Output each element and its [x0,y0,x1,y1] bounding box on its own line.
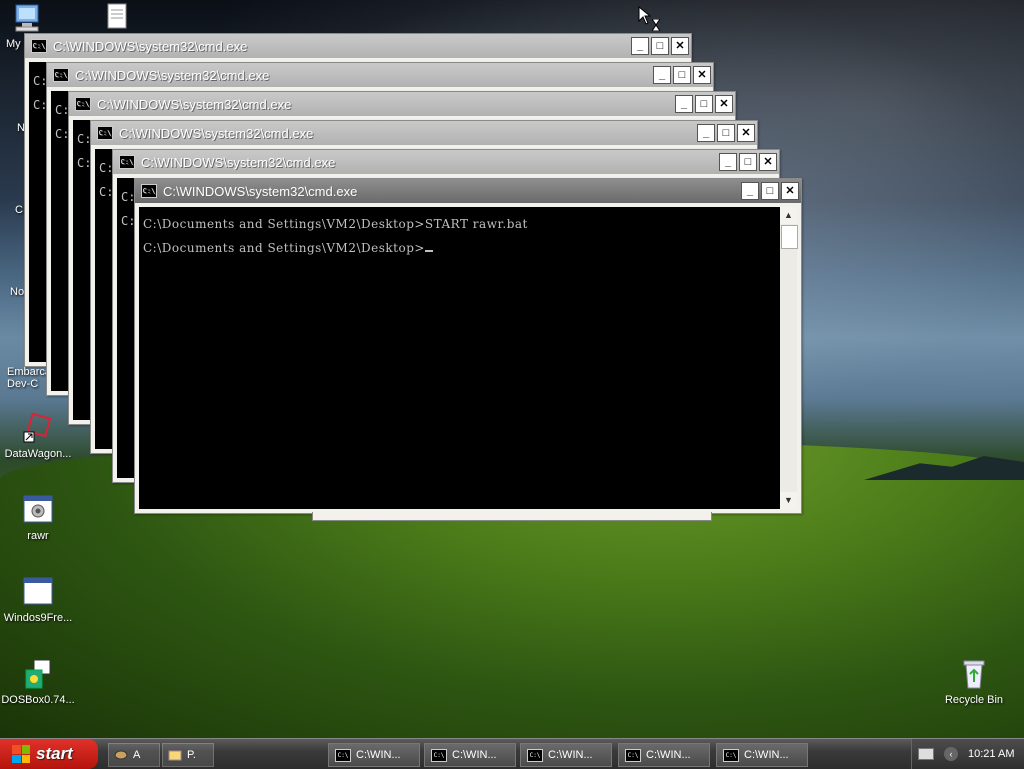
cmd-icon: C:\ [335,748,351,762]
datawagon-icon [22,412,54,444]
close-button[interactable]: ✕ [671,37,689,55]
taskbar-button-cmd[interactable]: C:\ C:\WIN... [618,743,710,767]
close-button[interactable]: ✕ [759,153,777,171]
text-cursor [424,250,433,252]
taskbar-item-label: P. [187,749,196,761]
taskbar-button-cmd[interactable]: C:\ C:\WIN... [328,743,420,767]
windos9free-icon [22,576,54,608]
taskbar-button-cmd[interactable]: C:\ C:\WIN... [424,743,516,767]
console-output: C:\Documents and Settings\VM2\Desktop>ST… [143,217,775,265]
close-button[interactable]: ✕ [781,182,799,200]
maximize-button[interactable]: □ [651,37,669,55]
cmd-icon: C:\ [119,155,135,169]
cmd-icon: C:\ [527,748,543,762]
console-line: C:\Documents and Settings\VM2\Desktop>ST… [143,217,528,231]
window-edge-fragment [312,512,712,521]
system-tray: ‹ 10:21 AM [911,739,1024,769]
start-label: start [36,744,73,763]
title-bar[interactable]: C:\ C:\WINDOWS\system32\cmd.exe _ □ ✕ [69,92,735,116]
scroll-down-arrow-icon[interactable]: ▼ [780,492,797,509]
icon-label: Windos9Fre... [3,612,73,624]
rawr-icon [22,494,54,526]
icon-label: Recycle Bin [944,694,1004,706]
scroll-up-arrow-icon[interactable]: ▲ [780,207,797,224]
close-button[interactable]: ✕ [737,124,755,142]
dosbox-icon [22,658,54,690]
close-button[interactable]: ✕ [715,95,733,113]
scroll-thumb[interactable] [781,225,798,249]
cmd-icon: C:\ [723,748,739,762]
minimize-button[interactable]: _ [653,66,671,84]
window-title: C:\WINDOWS\system32\cmd.exe [53,38,248,54]
minimize-button[interactable]: _ [719,153,737,171]
cmd-icon: C:\ [31,39,47,53]
icon-label: DOSBox0.74... [1,694,75,706]
taskbar-button-cmd[interactable]: C:\ C:\WIN... [716,743,808,767]
maximize-button[interactable]: □ [695,95,713,113]
maximize-button[interactable]: □ [739,153,757,171]
cmd-icon: C:\ [75,97,91,111]
recycle-bin-icon [958,658,990,690]
maximize-button[interactable]: □ [717,124,735,142]
cmd-window-active[interactable]: C:\ C:\WINDOWS\system32\cmd.exe _ □ ✕ C:… [134,178,802,514]
desktop-icon-datawagon[interactable]: DataWagon... [0,412,76,460]
taskbar-button-cmd[interactable]: C:\ C:\WIN... [520,743,612,767]
taskbar-button-label: C:\WIN... [646,749,691,761]
window-title: C:\WINDOWS\system32\cmd.exe [119,125,314,141]
desktop-icon-recycle-bin[interactable]: Recycle Bin [936,658,1012,706]
window-title: C:\WINDOWS\system32\cmd.exe [97,96,292,112]
minimize-button[interactable]: _ [741,182,759,200]
desktop-icon-windos9free[interactable]: Windos9Fre... [0,576,76,624]
partial-icon-label: No [10,286,25,298]
title-bar[interactable]: C:\ C:\WINDOWS\system32\cmd.exe _ □ ✕ [113,150,779,174]
icon-label: DataWagon... [4,448,72,460]
my-computer-icon [10,2,42,34]
vertical-scrollbar[interactable]: ▲ ▼ [780,207,798,509]
window-title: C:\WINDOWS\system32\cmd.exe [75,67,270,83]
minimize-button[interactable]: _ [697,124,715,142]
taskbar-item-label: A [133,749,141,761]
maximize-button[interactable]: □ [761,182,779,200]
partial-icon-label: C [15,204,23,216]
taskbar-button-label: C:\WIN... [452,749,497,761]
window-title: C:\WINDOWS\system32\cmd.exe [163,183,358,199]
folder-icon [168,750,182,761]
mouse-pointer-icon [638,5,652,29]
windows-flag-icon [12,745,30,763]
app-icon [114,750,128,760]
console-prompt: C:\Documents and Settings\VM2\Desktop> [143,241,425,255]
title-bar[interactable]: C:\ C:\WINDOWS\system32\cmd.exe _ □ ✕ [47,63,713,87]
title-bar[interactable]: C:\ C:\WINDOWS\system32\cmd.exe _ □ ✕ [135,179,801,203]
console-area[interactable]: C:\Documents and Settings\VM2\Desktop>ST… [139,207,798,509]
cmd-icon: C:\ [625,748,641,762]
cmd-icon: C:\ [53,68,69,82]
taskbar-button-label: C:\WIN... [356,749,401,761]
taskbar-button-label: C:\WIN... [744,749,789,761]
desktop-icon-rawr[interactable]: rawr [0,494,76,542]
minimize-button[interactable]: _ [631,37,649,55]
taskbar: start A P. C:\ C:\WIN... C:\ C:\WIN... C:\… [0,738,1024,769]
taskbar-button-label: C:\WIN... [548,749,593,761]
desktop-icon-dosbox[interactable]: DOSBox0.74... [0,658,76,706]
maximize-button[interactable]: □ [673,66,691,84]
console-prompt-line: C:\Documents and Settings\VM2\Desktop> [143,241,775,265]
taskbar-item-a[interactable]: A [108,743,160,767]
busy-hourglass-icon [651,18,661,34]
taskbar-item-p[interactable]: P. [162,743,214,767]
clock[interactable]: 10:21 AM [968,748,1014,760]
cmd-icon: C:\ [431,748,447,762]
start-button[interactable]: start [0,739,98,769]
document-icon [100,2,132,34]
cmd-icon: C:\ [97,126,113,140]
show-hidden-icons-chevron-icon[interactable]: ‹ [944,747,958,761]
keyboard-icon[interactable] [918,748,934,760]
cmd-icon: C:\ [141,184,157,198]
icon-label: rawr [27,530,49,542]
window-title: C:\WINDOWS\system32\cmd.exe [141,154,336,170]
title-bar[interactable]: C:\ C:\WINDOWS\system32\cmd.exe _ □ ✕ [91,121,757,145]
title-bar[interactable]: C:\ C:\WINDOWS\system32\cmd.exe _ □ ✕ [25,34,691,58]
minimize-button[interactable]: _ [675,95,693,113]
close-button[interactable]: ✕ [693,66,711,84]
